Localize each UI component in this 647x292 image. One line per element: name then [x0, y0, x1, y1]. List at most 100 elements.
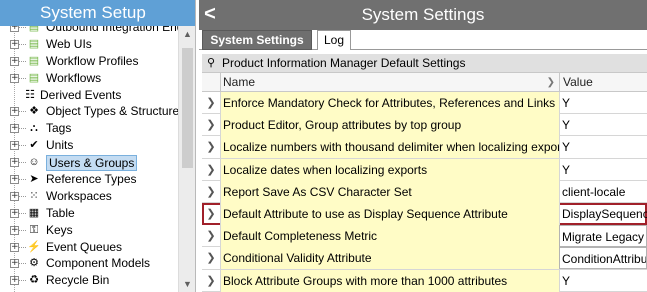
tree-item[interactable]: + ☺ Users & Groups: [0, 154, 178, 172]
structure-icon: ❖: [29, 105, 39, 118]
row-expand-chevron-icon[interactable]: ❯: [202, 136, 220, 158]
setting-name-cell: Block Attribute Groups with more than 10…: [220, 269, 559, 292]
tree-scrollbar[interactable]: ▲ ▼: [178, 26, 195, 292]
tree-item[interactable]: + ▦ Table: [0, 205, 178, 222]
tree-item-label: Recycle Bin: [46, 273, 110, 288]
tree-item[interactable]: + ⁙ Workspaces: [0, 188, 178, 205]
tree-item[interactable]: + ⚙ Component Models: [0, 255, 178, 272]
table-row[interactable]: ❯ Localize numbers with thousand delimite…: [202, 136, 647, 159]
expand-plus-icon[interactable]: +: [10, 124, 19, 134]
tab-system-settings[interactable]: System Settings: [202, 30, 312, 50]
tree-item[interactable]: + ▤ Outbound Integration Endp: [0, 26, 178, 36]
tab-bar: System Settings Log: [199, 30, 647, 50]
expand-plus-icon[interactable]: +: [10, 175, 19, 185]
tree-connector: [19, 280, 26, 282]
folder-icon: ▤: [28, 26, 40, 33]
tree-item[interactable]: + ▤ Workflow Profiles: [0, 53, 178, 70]
setting-name-cell: Conditional Validity Attribute: [220, 247, 559, 270]
expand-plus-icon[interactable]: +: [10, 259, 19, 269]
tree-connector: [19, 145, 26, 147]
tree-item-label: Tags: [46, 121, 72, 136]
tree-item-label: Derived Events: [40, 87, 122, 102]
tab-log[interactable]: Log: [317, 30, 351, 50]
table-row[interactable]: ❯ Default Attribute to use as Display Seq…: [202, 202, 647, 226]
expand-plus-icon[interactable]: +: [10, 225, 19, 235]
setting-name-cell: Enforce Mandatory Check for Attributes, …: [220, 92, 559, 114]
table-row[interactable]: ❯ Conditional Validity Attribute Condition…: [202, 247, 647, 270]
setting-value-cell[interactable]: Y: [559, 92, 647, 114]
table-row[interactable]: ❯ Localize dates when localizing exports Y: [202, 158, 647, 181]
row-expand-chevron-icon[interactable]: ❯: [202, 270, 220, 292]
scroll-up-arrow-icon[interactable]: ▲: [179, 26, 196, 42]
tree-item-label: Workflows: [46, 70, 102, 85]
tree-item[interactable]: + ▤ Web UIs: [0, 36, 178, 53]
tree-item-label: Event Queues: [46, 239, 123, 254]
setting-name-cell: Localize dates when localizing exports: [220, 158, 559, 181]
table-row[interactable]: ❯ Default Completeness Metric Migrate Lega…: [202, 225, 647, 248]
tree-item[interactable]: ☷ Derived Events: [0, 87, 178, 104]
scrollbar-thumb[interactable]: [182, 48, 193, 168]
table-row[interactable]: ❯ Block Attribute Groups with more than 1…: [202, 269, 647, 292]
expand-plus-icon[interactable]: +: [10, 141, 19, 151]
column-header-value[interactable]: Value: [559, 73, 647, 92]
tree-item[interactable]: + ⛬ Tags: [0, 120, 178, 137]
expand-plus-icon[interactable]: +: [10, 242, 19, 252]
expand-plus-icon[interactable]: +: [10, 107, 19, 117]
system-settings-title: System Settings: [361, 5, 485, 24]
setting-value-cell[interactable]: Y: [559, 114, 647, 137]
tree-item-label: Object Types & Structures: [46, 104, 178, 119]
tree-item[interactable]: + ⚡ Event Queues: [0, 239, 178, 256]
system-settings-header: < System Settings: [199, 0, 647, 30]
units-icon: ✔: [29, 139, 39, 152]
row-expand-chevron-icon[interactable]: ❯: [202, 181, 220, 203]
column-header-name[interactable]: Name ❯: [220, 73, 559, 92]
table-icon: ▦: [28, 206, 40, 219]
scroll-down-arrow-icon[interactable]: ▼: [179, 276, 196, 292]
setting-value-cell[interactable]: Y: [559, 158, 647, 181]
tree-item[interactable]: + ♻ Recycle Bin: [0, 272, 178, 289]
table-row[interactable]: ❯ Enforce Mandatory Check for Attributes,…: [202, 92, 647, 115]
expand-plus-icon[interactable]: +: [10, 208, 19, 218]
row-expand-chevron-icon[interactable]: ❯: [202, 203, 220, 225]
table-row[interactable]: ❯ Product Editor, Group attributes by top…: [202, 114, 647, 137]
row-expand-chevron-icon[interactable]: ❯: [202, 247, 220, 269]
folder-icon: ▤: [28, 54, 40, 67]
tree-connector: [19, 246, 26, 248]
setting-value-cell[interactable]: Y: [559, 136, 647, 159]
expand-plus-icon[interactable]: +: [10, 276, 19, 286]
folder-icon: ▤: [28, 37, 40, 50]
tree-connector: [19, 263, 26, 265]
expand-plus-icon[interactable]: +: [10, 191, 19, 201]
row-expand-chevron-icon[interactable]: ❯: [202, 159, 220, 181]
expand-plus-icon[interactable]: +: [10, 158, 19, 168]
setting-value-cell[interactable]: Migrate Legacy Co: [559, 225, 647, 248]
tree-item[interactable]: + ▤ Workflows: [0, 70, 178, 87]
setting-value-cell[interactable]: Y: [559, 269, 647, 292]
tree-item-label: Workspaces: [46, 188, 112, 203]
tree-connector: [19, 111, 26, 113]
tree-item[interactable]: + ⚿ Keys: [0, 222, 178, 239]
expand-plus-icon[interactable]: +: [10, 56, 19, 66]
setting-value-cell[interactable]: ConditionAttribute: [559, 247, 647, 270]
row-expand-chevron-icon[interactable]: ❯: [202, 114, 220, 136]
setting-value-cell[interactable]: DisplaySequence: [559, 202, 647, 225]
keys-icon: ⚿: [29, 223, 39, 236]
tree-connector: [19, 27, 26, 28]
tree-item-label: Keys: [46, 222, 73, 237]
column-header-name-label: Name: [223, 75, 256, 89]
sort-chevron-icon[interactable]: ❯: [547, 73, 555, 92]
tree-item[interactable]: + ➤ Reference Types: [0, 171, 178, 188]
tree-item[interactable]: + ✔ Units: [0, 137, 178, 154]
expand-plus-icon[interactable]: +: [10, 73, 19, 83]
tree-connector: [19, 229, 26, 231]
back-chevron-icon[interactable]: <: [199, 0, 221, 30]
row-expand-chevron-icon[interactable]: ❯: [202, 225, 220, 247]
table-row[interactable]: ❯ Report Save As CSV Character Set client-…: [202, 180, 647, 203]
setting-value-cell[interactable]: client-locale: [559, 180, 647, 203]
row-expand-chevron-icon[interactable]: ❯: [202, 92, 220, 114]
tree-item[interactable]: + ❖ Object Types & Structures: [0, 103, 178, 120]
expand-plus-icon[interactable]: +: [10, 39, 19, 49]
setting-name-cell: Default Completeness Metric: [220, 225, 559, 248]
pin-icon[interactable]: ⚲: [207, 54, 215, 72]
expand-plus-icon[interactable]: +: [10, 26, 19, 32]
